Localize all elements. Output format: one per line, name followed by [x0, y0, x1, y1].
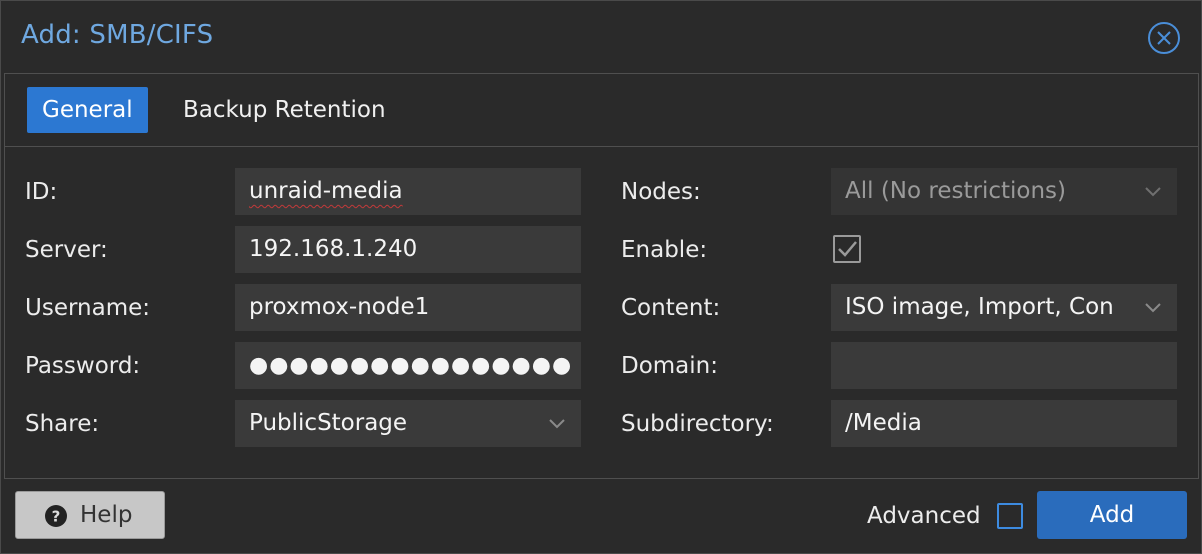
id-input[interactable]: unraid-media [235, 168, 581, 215]
subdirectory-input[interactable]: /Media [831, 400, 1177, 447]
advanced-checkbox[interactable] [997, 503, 1023, 529]
share-label: Share: [25, 411, 100, 437]
nodes-label: Nodes: [621, 179, 701, 205]
password-label: Password: [25, 353, 141, 379]
chevron-down-icon[interactable] [1143, 168, 1163, 215]
question-circle-icon: ? [44, 504, 68, 528]
username-input-value: proxmox-node1 [249, 294, 430, 320]
content-select[interactable]: ISO image, Import, Con [831, 284, 1177, 331]
tab-backup-retention[interactable]: Backup Retention [168, 87, 401, 133]
advanced-label: Advanced [867, 503, 981, 529]
server-input[interactable]: 192.168.1.240 [235, 226, 581, 273]
content-label: Content: [621, 295, 721, 321]
share-select[interactable]: PublicStorage [235, 400, 581, 447]
id-label: ID: [25, 179, 58, 205]
password-input[interactable]: ●●●●●●●●●●●●●●●● [235, 342, 581, 389]
domain-input[interactable] [831, 342, 1177, 389]
share-select-value: PublicStorage [249, 410, 408, 436]
add-smb-cifs-dialog: Add: SMB/CIFS General Backup Retention I… [0, 0, 1202, 554]
close-icon[interactable] [1147, 21, 1181, 55]
nodes-select-value: All (No restrictions) [845, 178, 1066, 204]
chevron-down-icon[interactable] [547, 400, 567, 447]
domain-label: Domain: [621, 353, 718, 379]
username-label: Username: [25, 295, 150, 321]
dialog-titlebar[interactable]: Add: SMB/CIFS [1, 1, 1201, 73]
content-select-value: ISO image, Import, Con [845, 294, 1114, 320]
dialog-title: Add: SMB/CIFS [21, 20, 214, 50]
server-input-value: 192.168.1.240 [249, 236, 418, 262]
password-input-value: ●●●●●●●●●●●●●●●● [249, 353, 573, 378]
server-label: Server: [25, 237, 108, 263]
dialog-body: General Backup Retention ID: unraid-medi… [4, 73, 1199, 479]
help-button-label: Help [80, 502, 133, 528]
dialog-footer: ? Help Advanced Add [1, 479, 1201, 553]
add-button[interactable]: Add [1037, 491, 1187, 539]
enable-checkbox[interactable] [833, 235, 861, 263]
enable-label: Enable: [621, 237, 708, 263]
checkmark-icon [838, 241, 857, 257]
help-button[interactable]: ? Help [15, 491, 165, 539]
subdirectory-input-value: /Media [845, 410, 922, 436]
nodes-select[interactable]: All (No restrictions) [831, 168, 1177, 215]
username-input[interactable]: proxmox-node1 [235, 284, 581, 331]
svg-text:?: ? [52, 508, 61, 526]
subdirectory-label: Subdirectory: [621, 411, 774, 437]
chevron-down-icon[interactable] [1143, 284, 1163, 331]
tab-bar: General Backup Retention [5, 74, 1198, 147]
id-input-value: unraid-media [249, 178, 403, 204]
tab-general[interactable]: General [27, 87, 148, 133]
